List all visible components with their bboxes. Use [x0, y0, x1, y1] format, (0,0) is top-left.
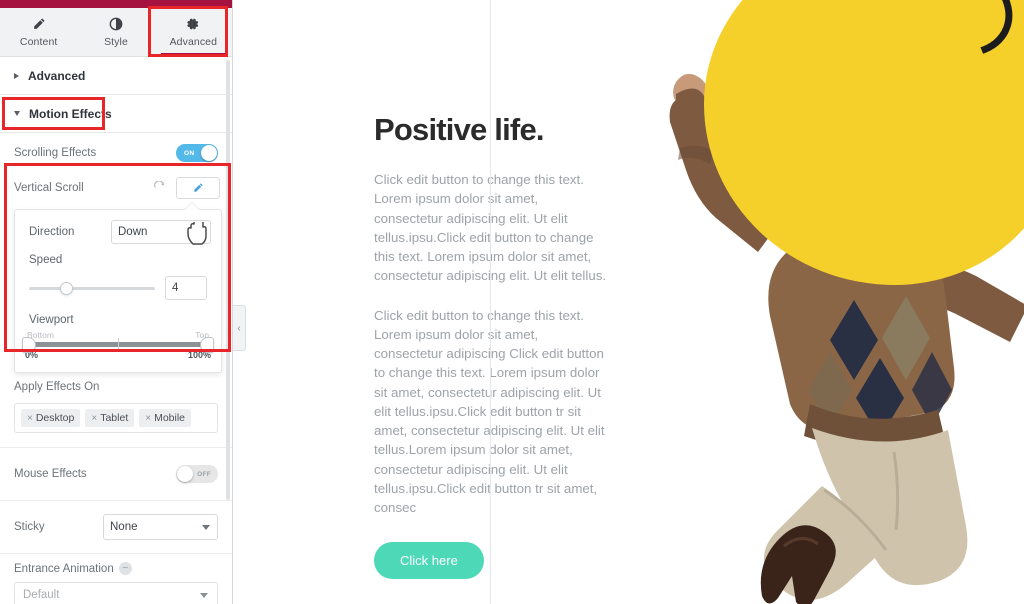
chevron-left-icon: ‹ [237, 322, 241, 334]
scrolling-effects-label: Scrolling Effects [14, 147, 97, 159]
mouse-effects-toggle[interactable]: OFF [176, 465, 218, 483]
apply-effects-on-row: Apply Effects On [0, 373, 232, 401]
tab-advanced-label: Advanced [169, 35, 218, 48]
remove-icon[interactable]: × [27, 413, 33, 424]
gear-icon [186, 17, 200, 31]
direction-row: Direction Down [25, 220, 211, 244]
divider [0, 500, 232, 501]
toggle-knob [201, 145, 217, 161]
column-divider [490, 0, 491, 604]
sticky-row: Sticky None [0, 507, 232, 547]
viewport-handle-max[interactable] [200, 336, 214, 353]
elementor-settings-panel: Content Style Advanced Advanced Motion E… [0, 0, 233, 604]
page-preview-canvas: Positive life. Click edit button to chan… [233, 0, 1024, 604]
mouse-effects-row: Mouse Effects OFF [0, 454, 232, 494]
scrolling-effects-toggle-state: ON [184, 149, 195, 157]
chevron-down-icon [202, 525, 210, 530]
mouse-effects-label: Mouse Effects [14, 468, 87, 480]
panel-top-accent-bar [0, 0, 232, 8]
apply-effects-on-tags[interactable]: × Desktop × Tablet × Mobile [14, 403, 218, 433]
section-advanced-label: Advanced [28, 68, 86, 83]
remove-icon[interactable]: × [145, 413, 151, 424]
scrolling-effects-row: Scrolling Effects ON [0, 135, 232, 171]
entrance-animation-row: Entrance Animation − [14, 562, 218, 575]
speed-slider-handle[interactable] [60, 281, 74, 295]
vertical-scroll-label: Vertical Scroll [14, 182, 84, 194]
speed-slider-track[interactable] [29, 281, 155, 295]
tab-content-label: Content [19, 35, 58, 48]
direction-label: Direction [29, 226, 75, 238]
panel-tabs: Content Style Advanced [0, 8, 232, 57]
viewport-track [22, 336, 214, 353]
tab-advanced[interactable]: Advanced [154, 8, 232, 56]
section-advanced[interactable]: Advanced [0, 57, 232, 95]
chevron-down-icon [14, 111, 20, 116]
sticky-label: Sticky [14, 521, 45, 533]
section-motion-effects[interactable]: Motion Effects [0, 95, 232, 133]
vertical-scroll-edit-button[interactable] [176, 177, 220, 199]
click-here-button[interactable]: Click here [374, 541, 484, 579]
tab-style-label: Style [104, 35, 128, 48]
hand-cursor-pointer [187, 222, 207, 245]
jumping-elderly-man-photo [554, 0, 1024, 604]
chevron-down-icon [200, 593, 208, 598]
viewport-label: Viewport [29, 314, 74, 326]
editor-screen: Content Style Advanced Advanced Motion E… [0, 0, 1024, 604]
divider [0, 447, 232, 448]
apply-effects-on-label: Apply Effects On [14, 381, 100, 393]
sticky-select[interactable]: None [103, 514, 218, 540]
sticky-select-value: None [110, 521, 138, 533]
pencil-icon [32, 17, 46, 31]
reset-circular-arrow-icon[interactable] [153, 179, 166, 196]
tab-content[interactable]: Content [0, 8, 78, 56]
tag-desktop-label: Desktop [35, 412, 75, 424]
tag-tablet-label: Tablet [100, 412, 129, 424]
tab-style[interactable]: Style [77, 8, 155, 56]
minus-badge-icon[interactable]: − [118, 562, 132, 575]
direction-select-value: Down [118, 226, 148, 238]
viewport-range-slider[interactable] [22, 336, 214, 353]
scrolling-effects-toggle[interactable]: ON [176, 144, 218, 162]
entrance-animation-group: Entrance Animation − Default [0, 562, 232, 604]
chevron-right-icon [14, 72, 19, 79]
vertical-scroll-row: Vertical Scroll [0, 171, 232, 205]
viewport-midpoint-tick [118, 338, 119, 351]
speed-slider-row: 4 [25, 274, 211, 300]
entrance-animation-value: Default [23, 589, 60, 601]
tag-desktop[interactable]: × Desktop [21, 409, 81, 427]
speed-value-input[interactable]: 4 [165, 276, 207, 300]
panel-collapse-handle[interactable]: ‹ [233, 305, 246, 351]
viewport-values: 0% 100% [25, 350, 211, 360]
contrast-circle-icon [109, 17, 123, 31]
divider [0, 553, 232, 554]
remove-icon[interactable]: × [91, 413, 97, 424]
entrance-animation-select[interactable]: Default [14, 582, 218, 604]
section-motion-effects-label: Motion Effects [29, 106, 112, 121]
tag-tablet[interactable]: × Tablet [85, 409, 135, 427]
panel-scrollbar[interactable] [226, 60, 230, 500]
mouse-effects-toggle-state: OFF [197, 470, 211, 478]
entrance-animation-label: Entrance Animation [14, 562, 114, 575]
viewport-handle-min[interactable] [22, 336, 36, 353]
tag-mobile-label: Mobile [154, 412, 186, 424]
speed-label: Speed [29, 254, 63, 266]
tag-mobile[interactable]: × Mobile [139, 409, 192, 427]
toggle-knob [177, 466, 193, 482]
